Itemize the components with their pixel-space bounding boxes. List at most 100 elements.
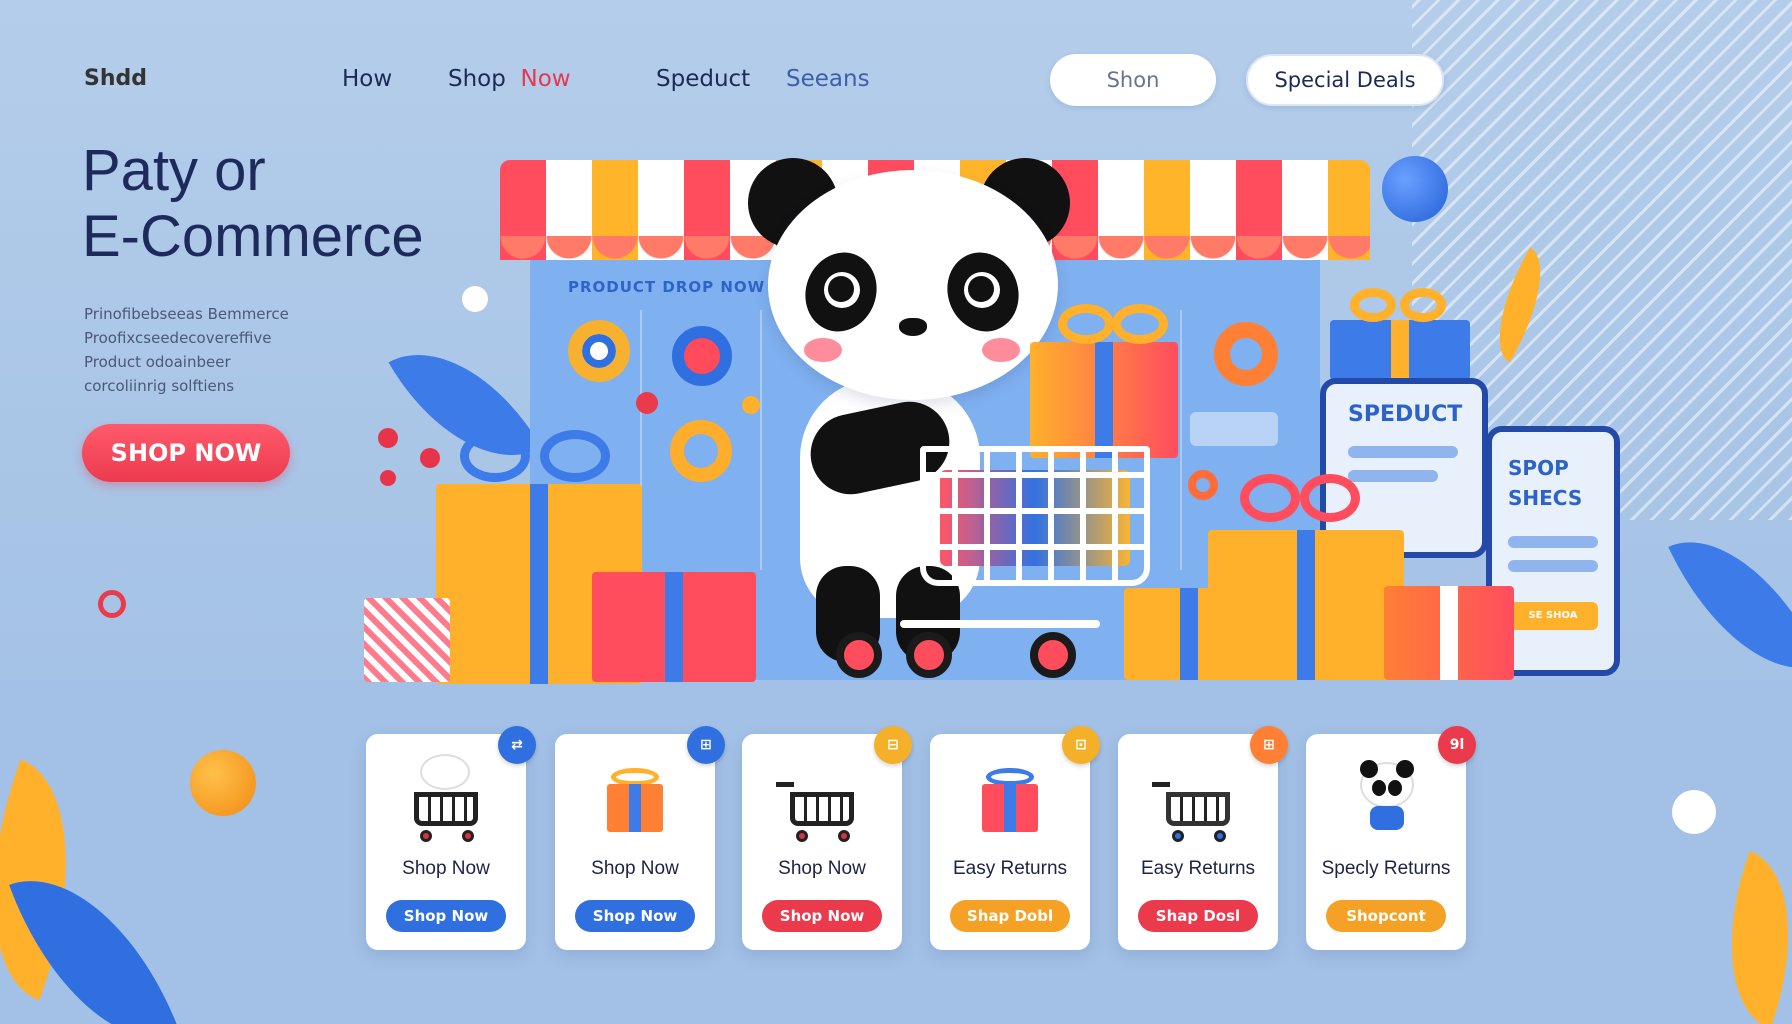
phone-text-line [1508,560,1598,572]
gift-ribbon [665,572,683,682]
card-title: Shop Now [778,858,866,879]
storefront-sign: PRODUCT DROP NOW [568,278,766,296]
mini-cart-handle [776,782,794,787]
cart-base [900,620,1100,628]
gift-ribbon [1391,320,1409,380]
gift-box [1124,588,1254,680]
mini-wheel [796,830,808,842]
gift-icon [970,756,1050,836]
card-title: Shop Now [591,858,679,879]
mini-wheel [838,830,850,842]
mini-gift [607,784,663,832]
card-shop-button[interactable]: Shopcont [1326,900,1446,932]
nav-link-shop-text: Shop [448,66,506,92]
card-shop-button[interactable]: Shap Dosl [1138,900,1258,932]
cart-icon [776,756,862,842]
search-pill-button[interactable]: Shon [1050,54,1216,106]
nav-link-speduct[interactable]: Speduct [656,66,750,92]
mini-wheel [462,830,474,842]
panda-nose [899,318,927,336]
gift-ribbon [530,484,548,684]
mini-gift [982,784,1038,832]
hero-title: Paty or E-Commerce [82,138,424,270]
hero-desc-line: corcoliinrig solftiens [84,377,235,395]
mini-ribbon [1004,784,1016,832]
gift-ribbon [1440,586,1458,680]
phone-heading: SPEDUCT [1348,402,1463,427]
nav-link-how[interactable]: How [342,66,392,92]
panda-icon [1346,756,1426,836]
gift-bow [460,430,530,482]
panel-divider [1180,310,1182,570]
gift-ribbon [1180,588,1198,680]
mini-cart [1166,792,1230,826]
mini-cart-handle [1152,782,1170,787]
ring-decoration [1188,470,1218,500]
mini-panda-body [1370,806,1404,830]
shop-now-cta-button[interactable]: SHOP NOW [82,424,290,482]
panda-pupil [968,276,994,302]
white-ball-decoration [1672,790,1716,834]
ring-decoration [568,320,630,382]
mini-wheel [1214,830,1226,842]
feature-card[interactable]: 9l Specly Returns Shopcont [1306,726,1476,950]
page: Shdd How Shop Now Speduct Seeans Shon Sp… [0,0,1792,1024]
phone-text-line [1348,470,1438,482]
panda-blush [804,338,842,362]
gift-ribbon [1297,530,1315,680]
held-gift-box [1030,342,1178,458]
card-badge: ⊟ [874,726,912,764]
hero-description: Prinofibebseeas Bemmerce Proofixcseedeco… [84,302,289,398]
cart-panda-icon [406,754,486,842]
ring-decoration [670,420,732,482]
panda-eye [824,272,860,308]
feature-card[interactable]: ⊞ Easy Returns Shap Dosl [1118,726,1288,950]
leaf-decoration [1668,508,1792,702]
card-shop-button[interactable]: Shop Now [762,900,882,932]
gift-box [1384,586,1514,680]
gift-ribbon [1095,342,1113,458]
card-shop-button[interactable]: Shap Dobl [950,900,1070,932]
dot-decoration [636,392,658,414]
gift-bow [1058,304,1114,344]
small-ball-decoration [462,286,488,312]
panda-blush [982,338,1020,362]
berry-decoration [378,428,398,448]
mini-wheel [420,830,432,842]
card-shop-button[interactable]: Shop Now [575,900,695,932]
gift-box [1330,320,1470,380]
shopping-cart [920,446,1150,586]
feature-card[interactable]: ⊞ Shop Now Shop Now [555,726,725,950]
phone-heading-line: SPOP [1508,456,1569,480]
gift-bow [1240,474,1300,522]
card-badge: ⊞ [687,726,725,764]
card-badge: ⊞ [1250,726,1288,764]
hero-desc-line: Product odoainbeer [84,353,231,371]
small-ring-decoration [98,590,126,618]
nav-link-shop-now[interactable]: Shop Now [448,66,571,92]
panda-eye [964,272,1000,308]
gift-box [592,572,756,682]
mini-ribbon [629,784,641,832]
mini-cart [790,792,854,826]
logo[interactable]: Shdd [84,66,147,91]
phone-heading-line: SHECS [1508,486,1583,510]
mini-panda-ear [1360,760,1378,778]
nav-link-seeans[interactable]: Seeans [786,66,870,92]
feature-card[interactable]: ⇄ Shop Now Shop Now [366,726,536,950]
card-shop-button[interactable]: Shop Now [386,900,506,932]
phone-text-line [1508,536,1598,548]
ring-decoration [1214,322,1278,386]
gift-icon [595,756,675,836]
feature-card[interactable]: ⊡ Easy Returns Shap Dobl [930,726,1100,950]
mini-wheel [1172,830,1184,842]
special-deals-button[interactable]: Special Deals [1246,54,1444,106]
mini-cart [414,792,478,826]
phone-button: SE SHOA [1508,602,1598,630]
hero-title-line-2: E-Commerce [82,204,424,269]
store-panel [1190,412,1278,446]
ring-decoration [672,326,732,386]
feature-card[interactable]: ⊟ Shop Now Shop Now [742,726,912,950]
card-badge: 9l [1438,726,1476,764]
berry-decoration [380,470,396,486]
